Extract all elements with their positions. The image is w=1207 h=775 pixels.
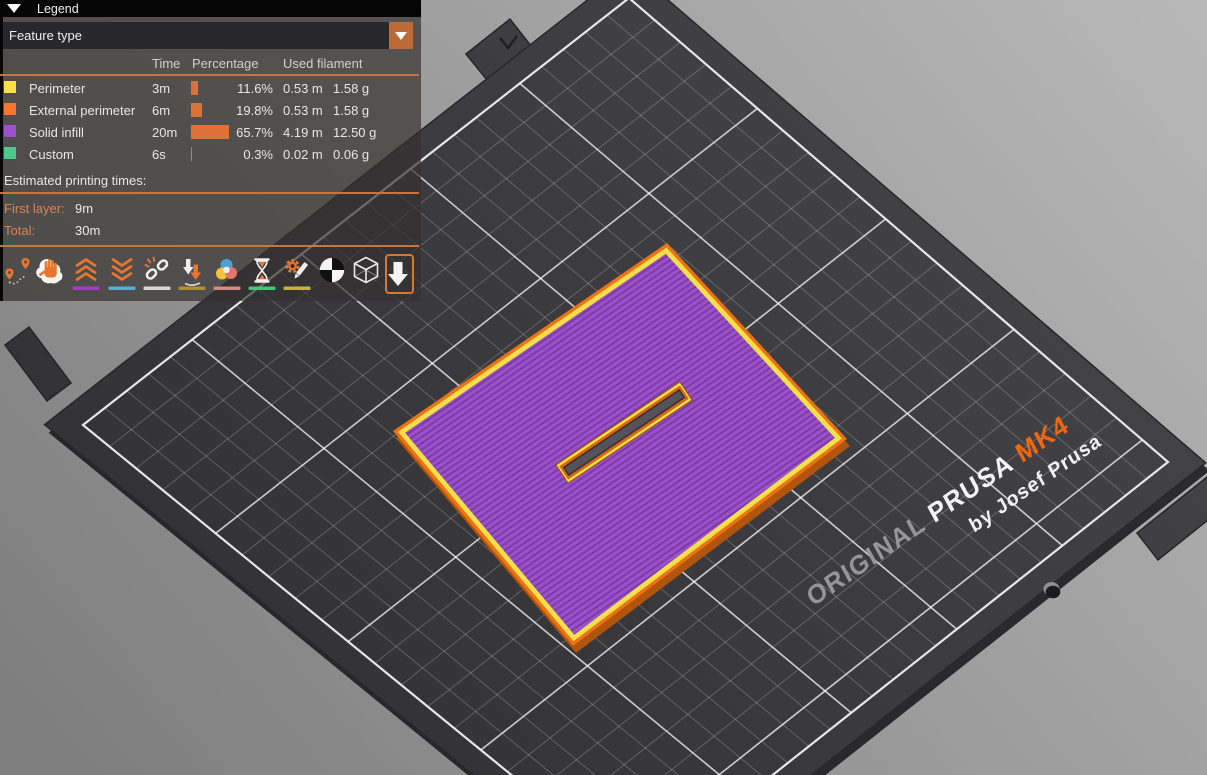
feature-used-grams: 12.50 g (333, 125, 377, 140)
feature-time: 6m (152, 103, 171, 118)
feature-percentage: 11.6% (237, 81, 273, 96)
chevron-down-icon (395, 31, 407, 40)
feature-label: External perimeter (29, 103, 136, 118)
separator-line (0, 74, 419, 76)
feature-row-perimeter: Perimeter 3m 11.6% 0.53 m 1.58 g (0, 78, 421, 100)
feature-label: Solid infill (29, 125, 84, 140)
estimate-row-first-layer: First layer: 9m (0, 201, 421, 221)
feature-used-grams: 1.58 g (333, 103, 370, 118)
toolbar-center-of-gravity-button[interactable] (318, 256, 346, 291)
feature-percentage: 0.3% (243, 147, 273, 162)
column-header-percentage: Percentage (192, 56, 259, 71)
collapse-triangle-icon[interactable] (7, 4, 21, 13)
legend-toolbar (2, 252, 420, 299)
feature-row-external-perimeter: External perimeter 6m 19.8% 0.53 m 1.58 g (0, 100, 421, 122)
tool-marker-icon (387, 262, 408, 286)
separator-line (0, 192, 419, 194)
view-type-dropdown[interactable]: Feature type (3, 22, 389, 49)
center-of-gravity-icon (319, 257, 345, 283)
legend-header: Legend (0, 0, 421, 17)
percentage-bar (191, 81, 198, 95)
column-header-time: Time (152, 56, 181, 71)
toolbar-deretractions-button[interactable] (108, 256, 136, 291)
estimate-label: First layer: (4, 201, 65, 216)
toolbar-travels-button[interactable] (5, 256, 33, 291)
column-header-used-filament: Used filament (283, 56, 363, 71)
toolbar-custom-gcodes-button[interactable] (283, 256, 311, 291)
feature-color-swatch (4, 103, 16, 115)
feature-used-meters: 0.53 m (283, 81, 323, 96)
tool-changes-icon (178, 259, 206, 290)
toolbar-tool-changes-button[interactable] (178, 256, 206, 291)
feature-time: 20m (152, 125, 178, 140)
legend-title: Legend (37, 1, 79, 16)
bed-screw-hole (1045, 585, 1061, 599)
feature-time: 6s (152, 147, 166, 162)
feature-color-swatch (4, 81, 16, 93)
feature-row-solid-infill: Solid infill 20m 65.7% 4.19 m 12.50 g (0, 122, 421, 144)
toolbar-shells-button[interactable] (352, 256, 380, 291)
feature-row-custom: Custom 6s 0.3% 0.02 m 0.06 g (0, 144, 421, 166)
custom-gcodes-icon (283, 259, 311, 290)
pause-prints-icon (248, 258, 276, 290)
estimate-row-total: Total: 30m (0, 223, 421, 243)
feature-used-grams: 1.58 g (333, 81, 370, 96)
table-column-headers: Time Percentage Used filament (0, 56, 421, 74)
toolbar-seams-button[interactable] (143, 256, 171, 291)
toolbar-pause-prints-button[interactable] (248, 256, 276, 291)
view-type-dropdown-button[interactable] (389, 22, 413, 49)
retractions-icon (72, 258, 100, 290)
toolbar-color-changes-button[interactable] (213, 256, 241, 291)
wipe-icon (36, 259, 63, 284)
shells-icon (353, 256, 379, 284)
percentage-bar (191, 147, 192, 161)
feature-used-meters: 4.19 m (283, 125, 323, 140)
feature-used-grams: 0.06 g (333, 147, 370, 162)
estimate-label: Total: (4, 223, 36, 238)
view-type-value: Feature type (9, 28, 82, 43)
legend-panel: Legend Feature type Time Percentage Used… (0, 0, 421, 301)
feature-percentage: 65.7% (236, 125, 273, 140)
travels-icon (5, 258, 30, 285)
toolbar-retractions-button[interactable] (72, 256, 100, 291)
estimate-value: 9m (75, 201, 94, 216)
feature-label: Custom (29, 147, 74, 162)
percentage-bar (191, 125, 229, 139)
feature-label: Perimeter (29, 81, 86, 96)
toolbar-wipe-button[interactable] (36, 256, 64, 291)
feature-used-meters: 0.53 m (283, 103, 323, 118)
feature-used-meters: 0.02 m (283, 147, 323, 162)
feature-color-swatch (4, 125, 16, 137)
percentage-bar (191, 103, 202, 117)
feature-percentage: 19.8% (236, 103, 273, 118)
estimated-times-title: Estimated printing times: (4, 173, 147, 188)
toolbar-tool-marker-button[interactable] (385, 254, 414, 294)
feature-time: 3m (152, 81, 171, 96)
separator-line (0, 245, 419, 247)
color-changes-icon (213, 259, 241, 290)
feature-color-swatch (4, 147, 16, 159)
estimate-value: 30m (75, 223, 101, 238)
deretractions-icon (108, 258, 136, 290)
feature-table: Perimeter 3m 11.6% 0.53 m 1.58 g External per… (0, 78, 421, 166)
seams-icon (143, 256, 171, 290)
